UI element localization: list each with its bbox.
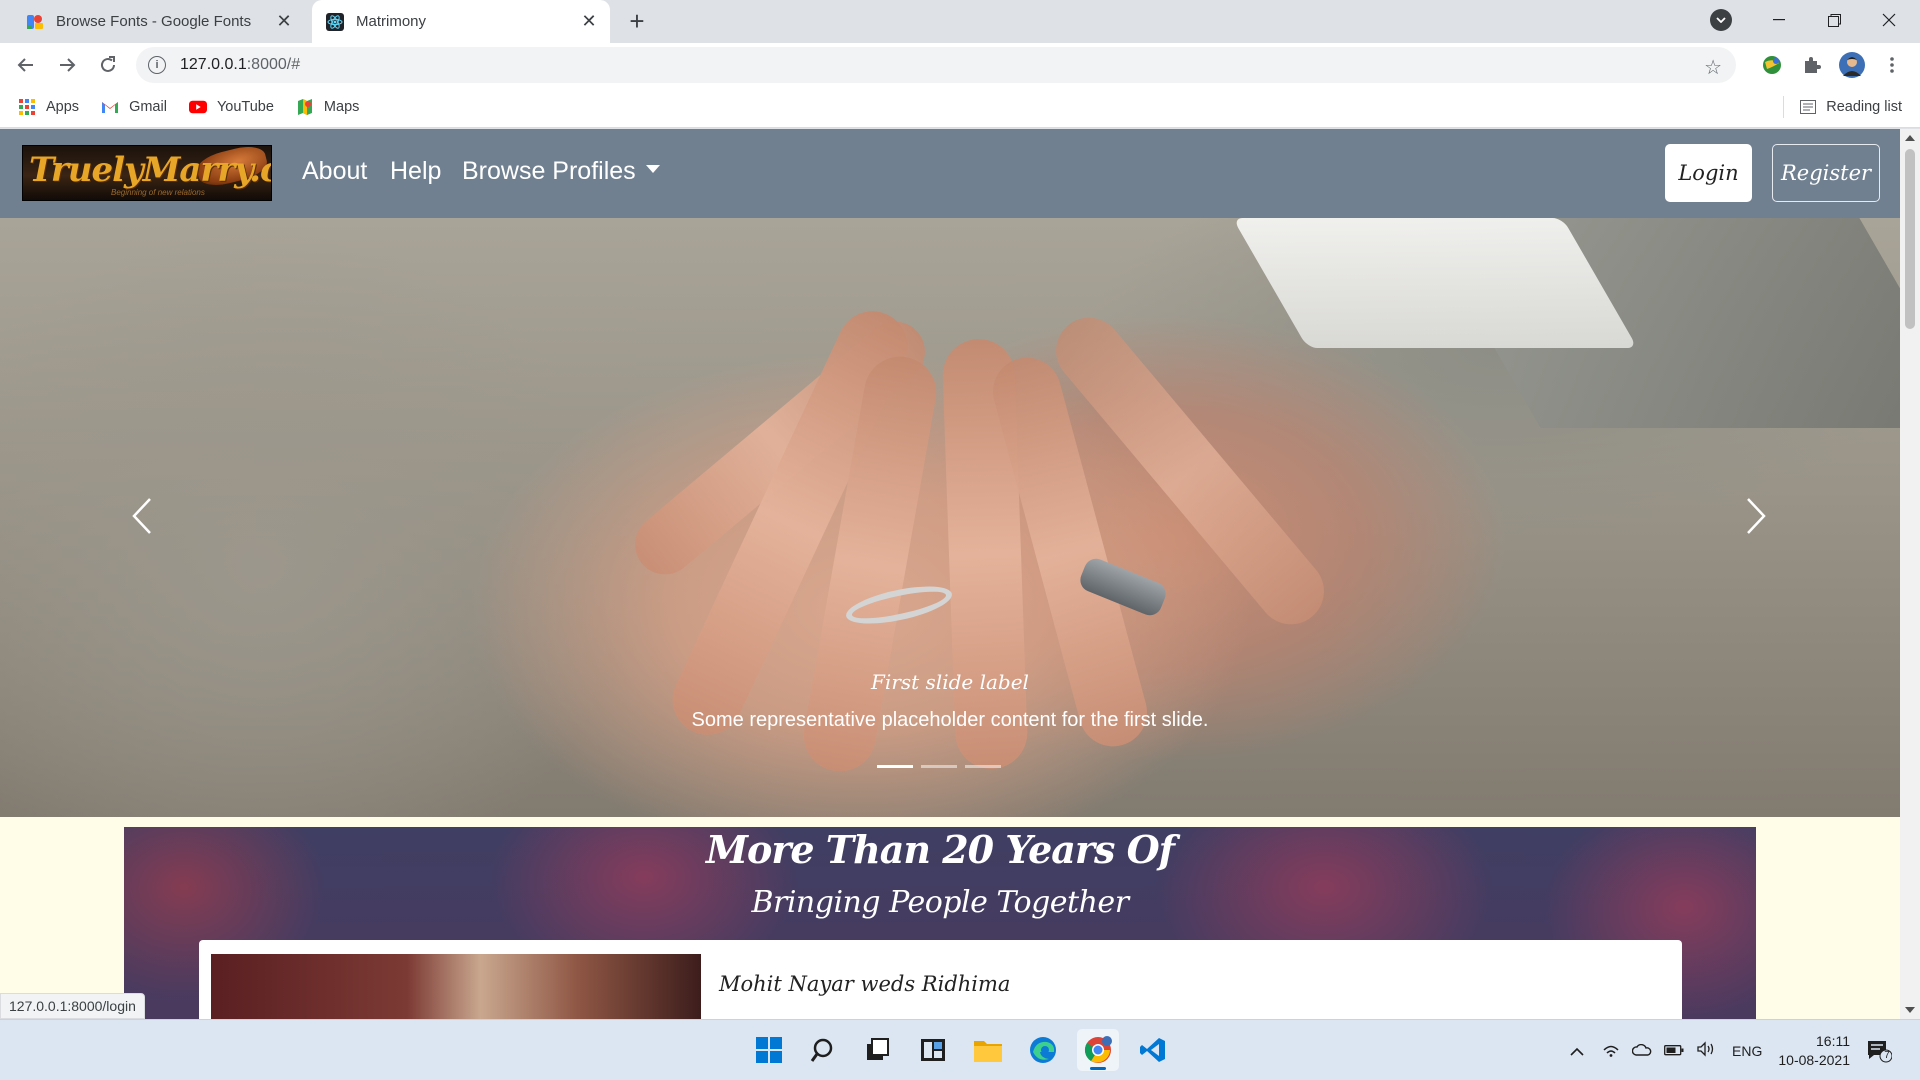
carousel-next-icon[interactable] xyxy=(1736,486,1776,546)
close-tab-icon[interactable]: ✕ xyxy=(574,7,604,37)
maps-icon xyxy=(296,98,314,116)
success-stories-section: More Than 20 Years Of Bringing People To… xyxy=(124,827,1756,1019)
link-status-bubble: 127.0.0.1:8000/login xyxy=(0,993,145,1019)
new-tab-button[interactable]: + xyxy=(622,6,652,36)
gmail-icon xyxy=(101,98,119,116)
story-card-title: Mohit Nayar weds Ridhima xyxy=(719,972,1011,996)
page-viewport: TruelyMarry.com Beginning of new relatio… xyxy=(0,129,1900,1019)
reading-list-label: Reading list xyxy=(1826,99,1902,115)
carousel-caption-title: First slide label xyxy=(871,670,1029,694)
task-view-icon[interactable] xyxy=(857,1029,899,1071)
divider xyxy=(1783,96,1785,118)
system-tray: ENG xyxy=(1570,1020,1762,1080)
bookmark-gmail[interactable]: Gmail xyxy=(101,98,167,116)
carousel-caption-text: Some representative placeholder content … xyxy=(691,709,1209,731)
search-icon[interactable] xyxy=(803,1029,845,1071)
carousel-indicator[interactable] xyxy=(921,765,957,768)
carousel-indicators xyxy=(877,765,1009,768)
widgets-icon[interactable] xyxy=(912,1029,954,1071)
tab-search-icon[interactable] xyxy=(1710,9,1732,31)
windows-taskbar: ENG 16:11 10-08-2021 7 xyxy=(0,1019,1920,1080)
clock-time: 16:11 xyxy=(1816,1033,1850,1049)
carousel-indicator[interactable] xyxy=(965,765,1001,768)
file-explorer-icon[interactable] xyxy=(967,1029,1009,1071)
reading-list-icon xyxy=(1800,100,1817,114)
page-scrollbar[interactable] xyxy=(1900,129,1920,1019)
forward-icon[interactable] xyxy=(51,49,83,81)
story-card: Mohit Nayar weds Ridhima xyxy=(199,940,1682,1019)
register-button[interactable]: Register xyxy=(1772,144,1880,202)
show-hidden-icons-icon[interactable] xyxy=(1570,1043,1584,1059)
back-icon[interactable] xyxy=(10,49,42,81)
extensions-puzzle-icon[interactable] xyxy=(1798,51,1826,79)
chrome-icon[interactable] xyxy=(1077,1029,1119,1071)
volume-icon[interactable] xyxy=(1696,1041,1716,1060)
address-url: 127.0.0.1:8000/# xyxy=(180,56,301,73)
clock-date: 10-08-2021 xyxy=(1778,1052,1850,1068)
wifi-icon[interactable] xyxy=(1602,1041,1620,1060)
nav-browse-label: Browse Profiles xyxy=(462,157,636,185)
restore-button[interactable] xyxy=(1811,0,1857,40)
hero-carousel: First slide label Some representative pl… xyxy=(0,218,1900,817)
scroll-down-icon[interactable] xyxy=(1905,1007,1915,1013)
bookmarks-bar: Apps Gmail YouTube Maps Reading list xyxy=(0,86,1920,128)
bookmark-label: Gmail xyxy=(129,98,167,115)
site-logo[interactable]: TruelyMarry.com Beginning of new relatio… xyxy=(22,145,272,201)
nav-browse-profiles[interactable]: Browse Profiles xyxy=(462,157,660,186)
tab-strip: Browse Fonts - Google Fonts ✕ Matrimony … xyxy=(0,0,1920,43)
active-app-indicator xyxy=(1090,1067,1106,1070)
reload-icon[interactable] xyxy=(92,49,124,81)
login-button[interactable]: Login xyxy=(1665,144,1752,202)
caret-down-icon xyxy=(645,165,660,174)
nav-help[interactable]: Help xyxy=(390,157,441,186)
bookmark-youtube[interactable]: YouTube xyxy=(188,98,274,116)
tab-title: Browse Fonts - Google Fonts xyxy=(56,13,252,30)
extension-globe-icon[interactable] xyxy=(1758,51,1786,79)
bookmark-label: Maps xyxy=(323,98,360,115)
couple-photo xyxy=(211,954,701,1019)
tab-google-fonts[interactable]: Browse Fonts - Google Fonts ✕ xyxy=(0,0,305,43)
logo-tagline: Beginning of new relations xyxy=(111,188,205,197)
notification-count-badge: 7 xyxy=(1884,1050,1890,1061)
bookmark-star-icon[interactable]: ☆ xyxy=(1704,55,1722,80)
reading-list-button[interactable]: Reading list xyxy=(1783,86,1902,128)
tab-matrimony[interactable]: Matrimony ✕ xyxy=(312,0,610,43)
bookmark-label: YouTube xyxy=(216,98,274,115)
youtube-icon xyxy=(188,98,207,116)
start-icon[interactable] xyxy=(748,1029,790,1071)
clock[interactable]: 16:11 10-08-2021 xyxy=(1778,1032,1850,1070)
minimize-button[interactable] xyxy=(1756,0,1802,40)
address-bar[interactable]: i 127.0.0.1:8000/# ☆ xyxy=(136,47,1736,83)
close-tab-icon[interactable]: ✕ xyxy=(269,7,299,37)
carousel-prev-icon[interactable] xyxy=(122,486,162,546)
section-subtitle: Bringing People Together xyxy=(751,885,1129,920)
google-fonts-icon xyxy=(26,13,44,31)
onedrive-icon[interactable] xyxy=(1631,1043,1652,1059)
carousel-indicator[interactable] xyxy=(877,765,913,768)
notifications-button[interactable]: 7 xyxy=(1866,1020,1892,1080)
profile-avatar[interactable] xyxy=(1838,51,1866,79)
scrollbar-thumb[interactable] xyxy=(1905,149,1915,329)
bookmark-maps[interactable]: Maps xyxy=(296,98,359,116)
apps-grid-icon xyxy=(18,98,36,116)
menu-kebab-icon[interactable] xyxy=(1878,51,1906,79)
react-icon xyxy=(326,12,344,31)
site-navbar: TruelyMarry.com Beginning of new relatio… xyxy=(0,129,1900,218)
bookmark-label: Apps xyxy=(46,98,80,115)
scroll-up-icon[interactable] xyxy=(1905,135,1915,141)
close-window-button[interactable] xyxy=(1866,0,1912,40)
browser-toolbar: i 127.0.0.1:8000/# ☆ xyxy=(0,43,1920,86)
section-title: More Than 20 Years Of xyxy=(705,827,1175,872)
language-indicator[interactable]: ENG xyxy=(1732,1043,1762,1059)
bookmark-apps[interactable]: Apps xyxy=(18,98,79,116)
vscode-icon[interactable] xyxy=(1132,1029,1174,1071)
edge-icon[interactable] xyxy=(1022,1029,1064,1071)
nav-about[interactable]: About xyxy=(302,157,367,186)
logo-text: TruelyMarry.com xyxy=(29,150,271,190)
battery-icon[interactable] xyxy=(1664,1043,1684,1059)
tab-title: Matrimony xyxy=(356,13,427,30)
site-info-icon[interactable]: i xyxy=(148,56,166,74)
